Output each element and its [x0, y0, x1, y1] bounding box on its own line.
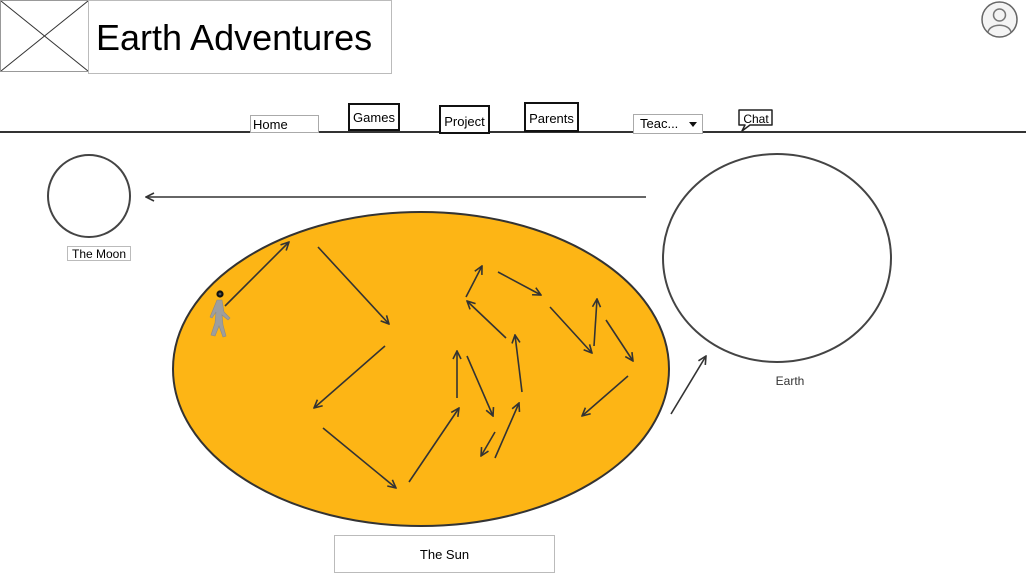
earth-circle[interactable]	[662, 153, 892, 363]
earth-label: Earth	[775, 374, 805, 388]
moon-circle[interactable]	[47, 154, 131, 238]
moon-label: The Moon	[67, 246, 131, 261]
sun-ellipse[interactable]	[172, 211, 670, 527]
sun-to-earth-arrow	[670, 356, 706, 415]
solar-scene	[47, 153, 892, 527]
walking-person-icon[interactable]	[203, 288, 233, 340]
sun-label: The Sun	[334, 535, 555, 573]
